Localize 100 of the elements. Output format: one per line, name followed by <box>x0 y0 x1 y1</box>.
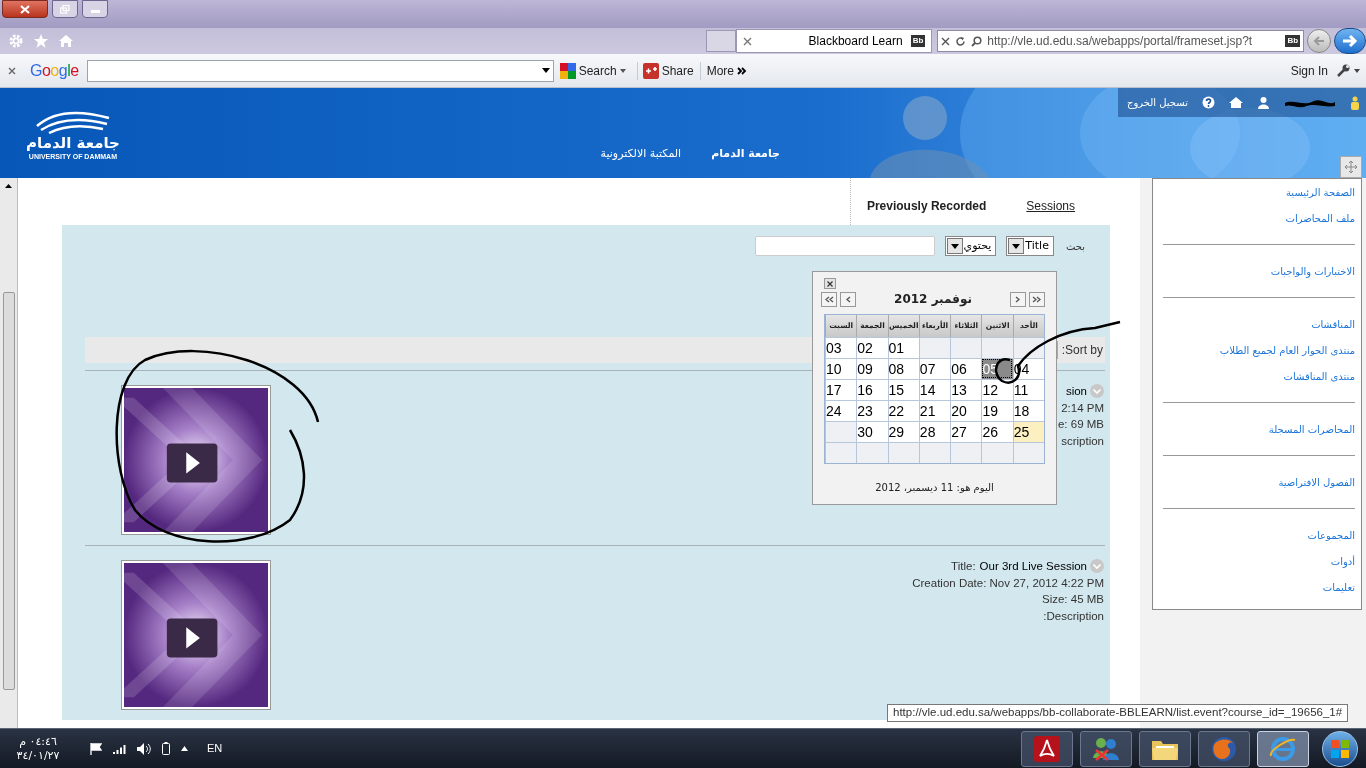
wrench-icon[interactable] <box>1336 63 1351 78</box>
next-year-button[interactable] <box>1029 291 1045 307</box>
calendar-day[interactable]: 24 <box>825 400 857 421</box>
caret-icon[interactable] <box>1354 68 1360 73</box>
next-month-button[interactable] <box>1010 291 1026 307</box>
back-button[interactable] <box>1307 29 1332 53</box>
calendar-day[interactable]: 11 <box>1012 379 1044 400</box>
previous-year-button[interactable] <box>821 291 837 307</box>
calendar-day[interactable]: 23 <box>856 400 888 421</box>
nav-link[interactable]: المكتبة الالكترونية <box>600 146 682 163</box>
user-icon[interactable] <box>1257 96 1270 109</box>
calendar-day[interactable]: 19 <box>981 400 1013 421</box>
search-button[interactable]: Search <box>558 61 627 80</box>
sign-in-link[interactable]: Sign In <box>1290 61 1328 80</box>
speaker-icon[interactable] <box>137 742 151 755</box>
search-input[interactable] <box>754 236 935 256</box>
home-icon[interactable] <box>1229 96 1243 109</box>
video-thumbnail[interactable] <box>122 386 270 534</box>
tray-arrow-icon[interactable] <box>181 746 188 751</box>
calendar-day[interactable]: 09 <box>856 358 888 379</box>
address-bar[interactable]: http://vle.ud.edu.sa/webapps/portal/frameset.jsp?t Bb <box>937 30 1305 52</box>
sidebar-link[interactable]: المناقشات <box>1311 311 1355 337</box>
dropdown-arrow-icon <box>950 243 959 249</box>
minimize-button[interactable] <box>82 0 108 18</box>
title-label: Title: <box>951 559 976 574</box>
calendar-day[interactable]: 02 <box>856 337 888 358</box>
calendar-day[interactable]: 25 <box>1012 421 1044 442</box>
forward-arrow-icon <box>1342 34 1359 48</box>
logout-link[interactable]: تسجيل الخروج <box>1127 95 1188 110</box>
clock-date[interactable]: ٣٤/٠١/٢٧ <box>16 748 60 763</box>
sidebar-link[interactable]: الصفحة الرئيسية <box>1286 179 1355 205</box>
recording-title[interactable]: sion <box>1065 383 1087 400</box>
video-thumbnail[interactable] <box>122 561 270 709</box>
close-button[interactable] <box>824 278 836 289</box>
sidebar-link[interactable]: ملف المحاضرات <box>1285 205 1355 231</box>
start-button[interactable] <box>1322 730 1358 767</box>
calendar-day[interactable]: 27 <box>950 421 982 442</box>
sidebar-link[interactable]: الاختبارات والواجبات <box>1270 258 1355 284</box>
calendar-day[interactable]: 28 <box>918 421 951 442</box>
user-icon[interactable] <box>1350 95 1360 110</box>
taskbar-app-button[interactable] <box>1021 730 1073 767</box>
search-icon[interactable] <box>971 35 983 47</box>
close-icon[interactable] <box>8 66 16 75</box>
calendar-day[interactable]: 07 <box>918 358 951 379</box>
field-select[interactable]: Title <box>1006 236 1054 256</box>
description-label: scription <box>1061 433 1104 449</box>
sidebar-link[interactable]: منتدى الحوار العام لجميع الطلاب <box>1219 337 1355 363</box>
taskbar-app-button[interactable] <box>1139 730 1191 767</box>
calendar-day[interactable]: 15 <box>887 379 919 400</box>
calendar-day[interactable]: 01 <box>887 337 919 358</box>
sidebar-link[interactable]: تعليمات <box>1322 574 1355 600</box>
sidebar-link[interactable]: المحاضرات المسجلة <box>1268 416 1355 442</box>
restore-button[interactable] <box>52 0 78 18</box>
calendar-day[interactable]: 14 <box>918 379 951 400</box>
scrollbar-thumb[interactable] <box>2 292 15 690</box>
calendar-day[interactable]: 18 <box>1012 400 1044 421</box>
sidebar-link[interactable]: المجموعات <box>1307 522 1355 548</box>
tab[interactable]: Previously Recorded <box>866 197 987 225</box>
tab[interactable]: Sessions <box>1026 197 1075 225</box>
calendar-day[interactable]: 16 <box>856 379 888 400</box>
star-icon[interactable] <box>33 33 49 49</box>
sidebar-link[interactable]: منتدى المناقشات <box>1283 363 1355 389</box>
signal-icon[interactable] <box>113 743 126 754</box>
calendar-day[interactable]: 22 <box>887 400 919 421</box>
close-icon[interactable] <box>742 36 752 46</box>
calendar-day[interactable]: 12 <box>981 379 1013 400</box>
stop-icon[interactable] <box>941 36 951 46</box>
file-size: Size: 45 MB <box>1042 592 1104 607</box>
previous-month-button[interactable] <box>840 291 856 307</box>
calendar-day[interactable]: 21 <box>918 400 951 421</box>
sidebar-link[interactable]: الفصول الافتراضية <box>1278 469 1355 495</box>
battery-icon[interactable] <box>162 742 170 755</box>
calendar-day[interactable]: 30 <box>856 421 888 442</box>
calendar-day[interactable]: 03 <box>825 337 857 358</box>
forward-button[interactable] <box>1334 28 1366 54</box>
calendar-day[interactable]: 08 <box>887 358 919 379</box>
calendar-day[interactable]: 29 <box>887 421 919 442</box>
more-button[interactable]: More <box>699 61 748 80</box>
calendar-day[interactable]: 13 <box>950 379 982 400</box>
language-indicator[interactable]: EN <box>207 740 223 757</box>
calendar-day[interactable]: 17 <box>825 379 857 400</box>
expand-button[interactable] <box>1340 156 1362 178</box>
browser-tab[interactable]: Blackboard Learn Bb <box>735 29 933 53</box>
google-logo[interactable]: Google <box>30 58 79 83</box>
scroll-up-icon[interactable] <box>5 184 12 188</box>
recording-title[interactable]: Our 3rd Live Session <box>979 558 1087 575</box>
flag-icon[interactable] <box>90 742 102 755</box>
sidebar-link[interactable]: أدوات <box>1330 548 1355 574</box>
refresh-icon[interactable] <box>955 35 967 47</box>
share-button[interactable]: Share <box>636 61 694 80</box>
close-button[interactable] <box>2 0 48 18</box>
calendar-day[interactable]: 10 <box>825 358 857 379</box>
calendar-day[interactable]: 26 <box>981 421 1013 442</box>
help-icon[interactable] <box>1202 96 1215 109</box>
clock-time[interactable]: ٠٤:٤٦ م <box>19 734 57 749</box>
calendar-day[interactable]: 20 <box>950 400 982 421</box>
calendar-day[interactable]: 06 <box>950 358 982 379</box>
operator-select[interactable]: يحتوي <box>944 236 997 256</box>
nav-link[interactable]: جامعة الدمام <box>711 146 780 163</box>
search-field[interactable] <box>86 59 554 82</box>
